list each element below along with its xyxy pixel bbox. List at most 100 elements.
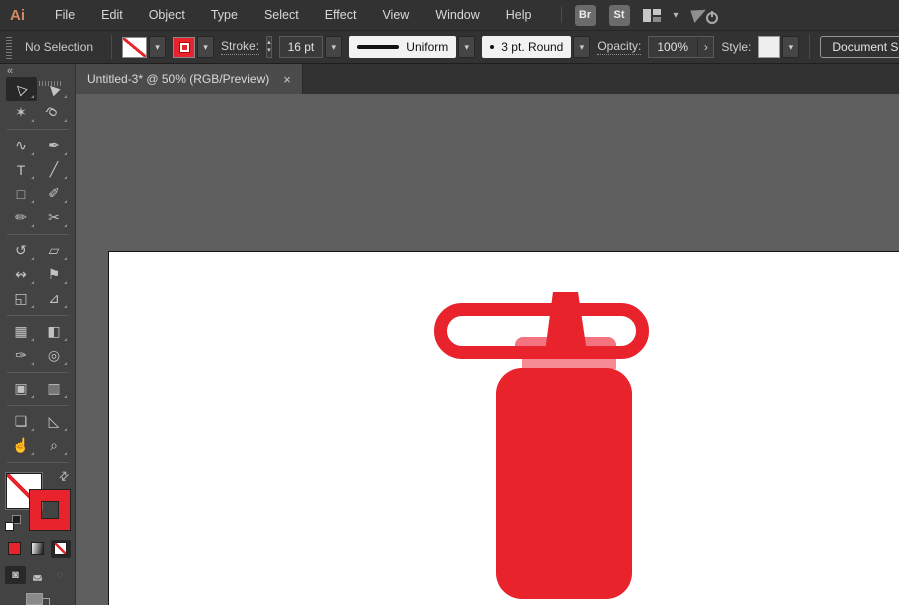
tool-gradient-tool[interactable]: ◧ xyxy=(39,320,70,344)
tool-scale-tool[interactable]: ▱ xyxy=(39,239,70,263)
shape-builder-tool-icon: ◱ xyxy=(14,290,27,307)
app-logo[interactable]: Ai xyxy=(8,7,42,24)
default-fill-stroke-icon[interactable] xyxy=(5,515,21,531)
chevron-down-icon[interactable]: ▾ xyxy=(674,10,679,21)
workspace-switcher-icon[interactable] xyxy=(643,9,661,22)
tools-panel: « ◁◀✶ϱ∿ ✒ T╱□✐ ✏ ✂ ↺ ▱↭⚑ ◱ ⊿ ▦◧✑ ◎ ▣▥❏ ◺ ☝⌕ ⇄ ◙◛◌ xyxy=(0,64,76,605)
brush-chevron-icon[interactable]: ▾ xyxy=(573,36,590,58)
tool-hand-tool[interactable]: ☝ xyxy=(6,434,37,458)
tool-eyedropper-tool[interactable]: ✑ xyxy=(6,344,37,368)
collapse-panel-icon[interactable]: « xyxy=(7,65,13,77)
tool-curvature-tool[interactable]: ∿ xyxy=(6,134,37,158)
tool-width-tool[interactable]: ↭ xyxy=(6,263,37,287)
brush-dropdown[interactable]: 3 pt. Round xyxy=(482,36,571,58)
opacity-field[interactable]: 100% › xyxy=(648,36,714,58)
menubar-divider xyxy=(561,7,562,23)
tool-artboard-tool[interactable]: ❏ xyxy=(6,410,37,434)
width-profile-chevron-icon[interactable]: ▾ xyxy=(458,36,475,58)
stepper-up-icon[interactable]: ▴ xyxy=(267,39,271,47)
tool-lasso-tool[interactable]: ϱ xyxy=(39,101,70,125)
bottle-body[interactable] xyxy=(496,368,632,599)
gradient-button[interactable] xyxy=(28,540,48,558)
bridge-button[interactable]: Br xyxy=(575,5,596,26)
style-chevron-icon[interactable]: ▾ xyxy=(782,36,799,58)
fill-stroke-indicator: ⇄ xyxy=(3,471,73,533)
bottle-illustration[interactable] xyxy=(109,252,899,605)
draw-inside-button[interactable]: ◌ xyxy=(49,566,70,584)
tool-pen-tool[interactable]: ✒ xyxy=(39,134,70,158)
control-bar-grip[interactable] xyxy=(6,35,12,59)
share-sync-icon[interactable] xyxy=(692,5,718,25)
tools-divider xyxy=(7,372,69,373)
tool-puppet-warp-tool[interactable]: ⚑ xyxy=(39,263,70,287)
brush-preview-dot xyxy=(490,45,494,49)
close-icon[interactable]: × xyxy=(283,72,291,87)
tool-paintbrush-tool[interactable]: ✐ xyxy=(39,182,70,206)
tool-perspective-grid-tool[interactable]: ⊿ xyxy=(39,287,70,311)
document-setup-button[interactable]: Document Setup xyxy=(820,36,899,58)
perspective-grid-tool-icon: ⊿ xyxy=(48,290,60,307)
draw-normal-button[interactable]: ◙ xyxy=(5,566,26,584)
tool-zoom-tool[interactable]: ⌕ xyxy=(39,434,70,458)
tool-shape-builder-tool[interactable]: ◱ xyxy=(6,287,37,311)
stroke-weight-field[interactable]: 16 pt xyxy=(279,36,324,58)
menu-view[interactable]: View xyxy=(369,0,422,30)
tool-symbol-sprayer-tool[interactable]: ▣ xyxy=(6,377,37,401)
tool-slice-tool[interactable]: ◺ xyxy=(39,410,70,434)
tool-blend-tool[interactable]: ◎ xyxy=(39,344,70,368)
stock-button[interactable]: St xyxy=(609,5,630,26)
menu-help[interactable]: Help xyxy=(493,0,545,30)
tool-column-graph-tool[interactable]: ▥ xyxy=(39,377,70,401)
fill-color-swatch[interactable] xyxy=(122,37,147,58)
none-swatch-icon xyxy=(54,542,67,555)
draw-behind-button[interactable]: ◛ xyxy=(27,566,48,584)
tool-rotate-tool[interactable]: ↺ xyxy=(6,239,37,263)
tool-rectangle-tool[interactable]: □ xyxy=(6,182,37,206)
none-button[interactable] xyxy=(51,540,71,558)
menu-edit[interactable]: Edit xyxy=(88,0,136,30)
tool-direct-selection-tool[interactable]: ◀ xyxy=(39,77,70,101)
tool-shaper-tool[interactable]: ✏ xyxy=(6,206,37,230)
menu-object[interactable]: Object xyxy=(136,0,198,30)
tool-magic-wand-tool[interactable]: ✶ xyxy=(6,101,37,125)
menu-window[interactable]: Window xyxy=(422,0,492,30)
tool-scissors-tool[interactable]: ✂ xyxy=(39,206,70,230)
scissors-tool-icon: ✂ xyxy=(48,209,60,226)
menu-file[interactable]: File xyxy=(42,0,88,30)
color-button[interactable] xyxy=(5,540,25,558)
artboard[interactable] xyxy=(108,251,899,605)
rotate-tool-icon: ↺ xyxy=(15,242,27,259)
tool-mesh-tool[interactable]: ▦ xyxy=(6,320,37,344)
fill-dropdown-chevron-icon[interactable]: ▾ xyxy=(149,36,166,58)
tool-selection-tool[interactable]: ◁ xyxy=(6,77,37,101)
canvas[interactable] xyxy=(76,94,899,605)
bottle-handle-loop[interactable] xyxy=(434,303,649,359)
stroke-panel-link[interactable]: Stroke: xyxy=(221,39,259,55)
graphic-style-swatch[interactable] xyxy=(758,36,780,58)
opacity-flyout-icon[interactable]: › xyxy=(697,37,713,57)
divider xyxy=(809,35,810,59)
stepper-down-icon[interactable]: ▾ xyxy=(267,47,271,55)
style-label: Style: xyxy=(721,40,751,54)
opacity-panel-link[interactable]: Opacity: xyxy=(597,39,641,55)
stroke-dropdown-chevron-icon[interactable]: ▾ xyxy=(197,36,214,58)
stroke-weight-stepper[interactable]: ▴ ▾ xyxy=(266,36,272,58)
menu-effect[interactable]: Effect xyxy=(312,0,370,30)
tools-divider xyxy=(7,405,69,406)
screen-mode-button[interactable] xyxy=(26,598,50,605)
blend-tool-icon: ◎ xyxy=(48,347,60,364)
pen-tool-icon: ✒ xyxy=(48,137,60,154)
slice-tool-icon: ◺ xyxy=(49,413,60,430)
menu-type[interactable]: Type xyxy=(198,0,251,30)
tool-line-segment-tool[interactable]: ╱ xyxy=(39,158,70,182)
stroke-weight-chevron-icon[interactable]: ▾ xyxy=(325,36,342,58)
shaper-tool-icon: ✏ xyxy=(15,209,27,226)
document-tab[interactable]: Untitled-3* @ 50% (RGB/Preview) × xyxy=(76,64,303,94)
tool-type-tool[interactable]: T xyxy=(6,158,37,182)
drawing-modes: ◙◛◌ xyxy=(5,566,70,584)
width-profile-dropdown[interactable]: Uniform xyxy=(349,36,456,58)
stroke-color-swatch[interactable] xyxy=(173,37,195,58)
swap-fill-stroke-icon[interactable]: ⇄ xyxy=(56,467,73,484)
menu-select[interactable]: Select xyxy=(251,0,312,30)
stroke-proxy-swatch[interactable] xyxy=(30,490,70,530)
